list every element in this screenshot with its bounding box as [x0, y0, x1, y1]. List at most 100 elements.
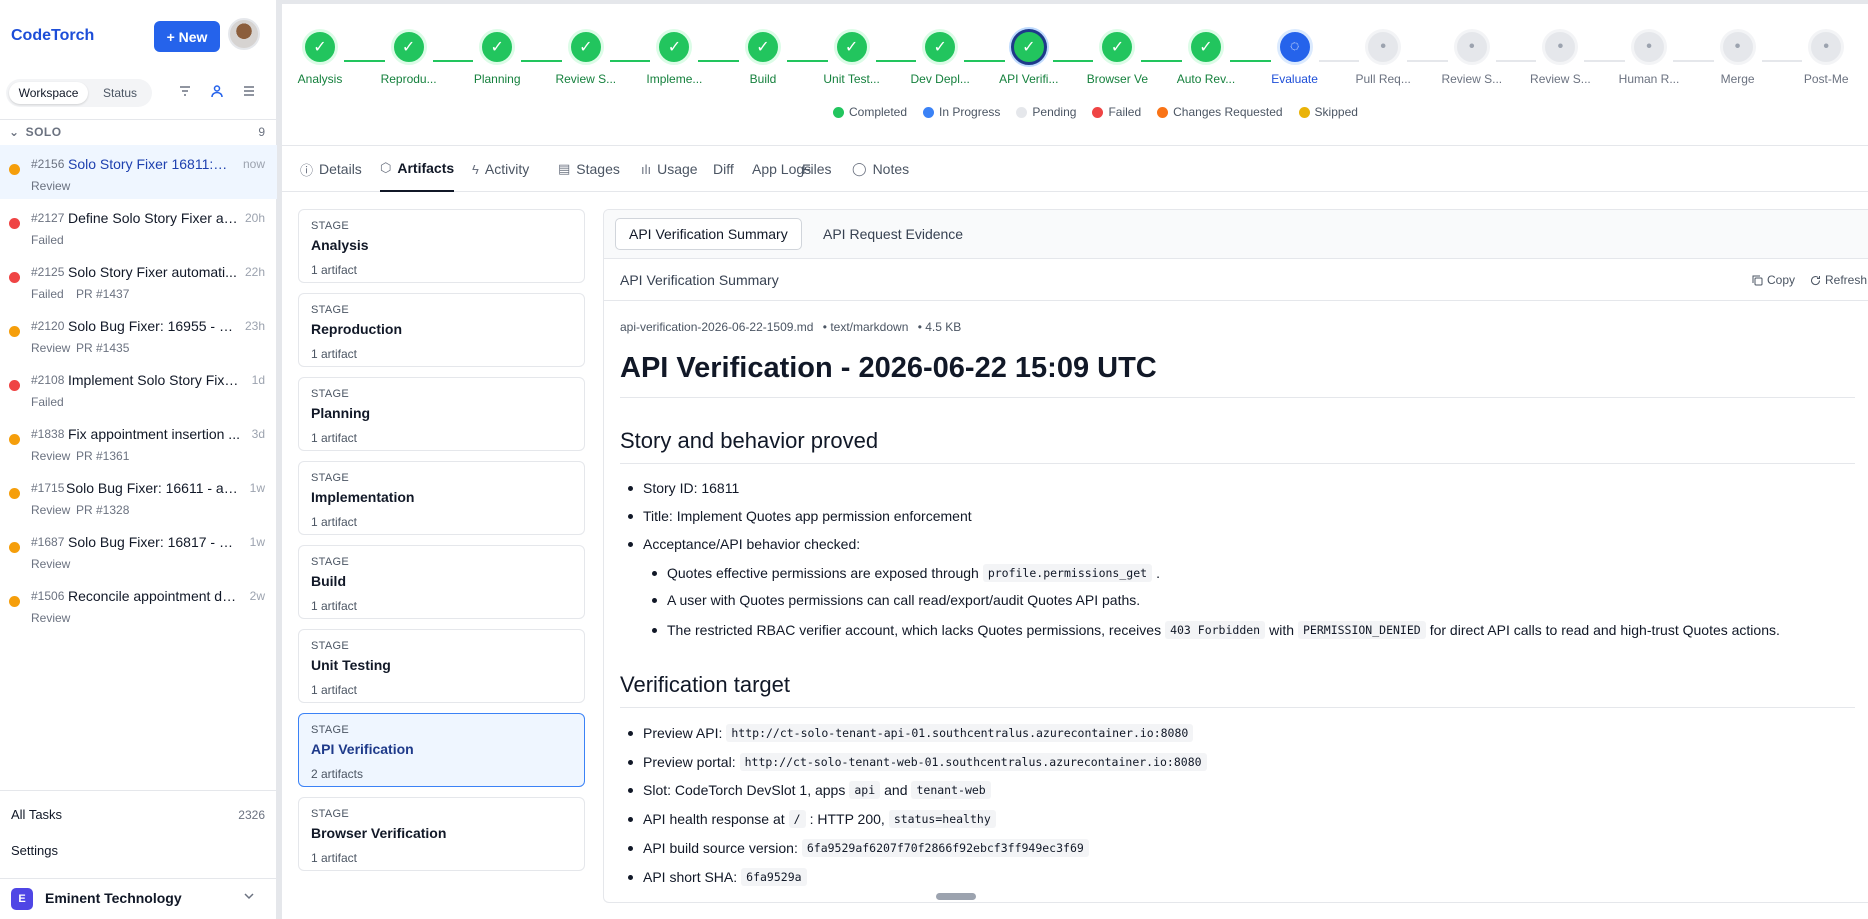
inline-code: 6fa9529a — [741, 868, 807, 886]
comment-icon: ◯ — [852, 161, 867, 176]
task-item[interactable]: #2127 Define Solo Story Fixer au... 20h Fai… — [0, 199, 277, 253]
task-item[interactable]: #1687 Solo Bug Fixer: 16817 - Un... 1w Revi… — [0, 523, 277, 577]
artifact-panel: API Verification Summary API Request Evi… — [603, 209, 1868, 903]
pipeline-stage[interactable]: • Review S... — [1510, 29, 1610, 86]
pr-link[interactable]: PR #1328 — [76, 503, 129, 517]
list-text: Acceptance/API behavior checked: — [643, 536, 861, 552]
tab-stages[interactable]: ▤ Stages — [558, 146, 620, 192]
pipeline-stage[interactable]: ✓ Unit Test... — [802, 29, 902, 86]
stage-kicker: STAGE — [311, 808, 349, 820]
copy-button[interactable]: Copy — [1752, 273, 1795, 287]
workspace-toggle[interactable]: Workspace — [9, 82, 88, 104]
task-number: #1715 — [31, 481, 65, 495]
tab-diff[interactable]: Diff — [713, 146, 734, 192]
stage-card[interactable]: STAGE Unit Testing 1 artifact — [298, 629, 585, 703]
pipeline-stage[interactable]: ✓ Impleme... — [624, 29, 724, 86]
tab-usage[interactable]: ılı Usage — [641, 146, 698, 192]
inline-code: http://ct-solo-tenant-api-01.southcentra… — [726, 724, 1194, 742]
task-item[interactable]: #1715 Solo Bug Fixer: 16611 - ap... 1w Revi… — [0, 469, 277, 523]
settings-link[interactable]: Settings — [11, 843, 58, 858]
pending-icon: • — [1542, 29, 1579, 65]
list-item: API health response at /: HTTP 200, status… — [628, 810, 1000, 828]
refresh-button[interactable]: Refresh — [1810, 273, 1867, 287]
artifact-count: 1 artifact — [311, 683, 358, 697]
task-status: Review — [31, 611, 71, 625]
pipeline-stage[interactable]: • Pull Req... — [1333, 29, 1433, 86]
stage-label: Unit Test... — [823, 72, 880, 86]
tab-activity[interactable]: ϟ Activity — [472, 146, 529, 192]
tab-files[interactable]: Files — [802, 146, 832, 192]
stage-name: API Verification — [311, 741, 414, 757]
task-item[interactable]: #1506 Reconcile appointment du... 2w Review — [0, 577, 277, 631]
pipeline-stage[interactable]: ✓ Auto Rev... — [1156, 29, 1256, 86]
horizontal-scrollbar[interactable] — [936, 893, 976, 900]
pr-link[interactable]: PR #1435 — [76, 341, 129, 355]
inline-code: 6fa9529af6207f70f2866f92ebcf3ff949ec3f69 — [801, 839, 1089, 857]
list-text: and — [884, 782, 908, 798]
user-filter-icon[interactable] — [206, 80, 228, 102]
chevron-down-icon: ⌄ — [9, 125, 20, 139]
stage-label: Post-Me — [1803, 72, 1849, 86]
pipeline-stage[interactable]: ✓ Analysis — [270, 29, 370, 86]
pipeline-stage[interactable]: • Human R... — [1599, 29, 1699, 86]
pending-icon: • — [1453, 29, 1490, 65]
pipeline-stage[interactable]: • Post-Me — [1776, 29, 1868, 86]
legend-dot — [1157, 106, 1169, 118]
tab-label: Stages — [576, 161, 620, 177]
task-item[interactable]: #2156 Solo Story Fixer 16811: I... now Revi… — [0, 145, 277, 199]
chevron-down-icon — [243, 889, 255, 905]
status-dot — [9, 488, 20, 499]
task-item[interactable]: #2120 Solo Bug Fixer: 16955 - N... 23h Revi… — [0, 307, 277, 361]
legend-item: Skipped — [1298, 105, 1358, 119]
pipeline-stage[interactable]: • Review S... — [1422, 29, 1522, 86]
tab-details[interactable]: ⓘ Details — [300, 146, 362, 192]
task-item[interactable]: #2125 Solo Story Fixer automati... 22h Fail… — [0, 253, 277, 307]
pipeline-stage[interactable]: ✓ API Verifi... — [979, 29, 1079, 86]
new-task-button[interactable]: + New — [154, 21, 220, 52]
pipeline-stage[interactable]: ✓ Browser Ve — [1067, 29, 1167, 86]
pipeline-stage[interactable]: • Merge — [1688, 29, 1788, 86]
check-icon: ✓ — [479, 29, 516, 65]
artifact-tab-evidence[interactable]: API Request Evidence — [810, 218, 976, 250]
refresh-icon — [1811, 275, 1821, 285]
list-item: Preview portal: http://ct-solo-tenant-web… — [628, 753, 1211, 771]
section-header-solo[interactable]: ⌄ SOLO 9 — [0, 119, 277, 141]
tab-artifacts[interactable]: ⬡ Artifacts — [380, 146, 455, 192]
stage-card[interactable]: STAGE Build 1 artifact — [298, 545, 585, 619]
all-tasks-link[interactable]: All Tasks — [11, 807, 62, 822]
list-text: : HTTP 200, — [809, 811, 885, 827]
task-status: Failed — [31, 233, 64, 247]
stage-card[interactable]: STAGE Reproduction 1 artifact — [298, 293, 585, 367]
stage-card[interactable]: STAGE Implementation 1 artifact — [298, 461, 585, 535]
pr-link[interactable]: PR #1437 — [76, 287, 129, 301]
task-item[interactable]: #2108 Implement Solo Story Fixe... 1d Faile… — [0, 361, 277, 415]
app-logo[interactable]: CodeTorch — [11, 27, 94, 45]
tab-notes[interactable]: ◯ Notes — [852, 146, 909, 192]
stage-card[interactable]: STAGE Browser Verification 1 artifact — [298, 797, 585, 871]
pipeline-stage[interactable]: ✓ Reprodu... — [359, 29, 459, 86]
list-item: Story ID: 16811 — [628, 480, 739, 496]
pipeline-stage[interactable]: ✓ Build — [713, 29, 813, 86]
artifact-tab-summary[interactable]: API Verification Summary — [615, 218, 802, 250]
menu-icon[interactable] — [238, 80, 260, 102]
pipeline-stage[interactable]: ✓ Review S... — [536, 29, 636, 86]
stage-card[interactable]: STAGE Analysis 1 artifact — [298, 209, 585, 283]
pr-link[interactable]: PR #1361 — [76, 449, 129, 463]
check-icon: ✓ — [1099, 29, 1136, 65]
org-switcher[interactable]: E Eminent Technology — [0, 878, 277, 915]
list-item: Acceptance/API behavior checked: — [628, 536, 860, 552]
pipeline-stage[interactable]: ◌ Evaluate — [1245, 29, 1345, 86]
stage-label: Review S... — [555, 72, 617, 86]
stage-card[interactable]: STAGE API Verification 2 artifacts — [298, 713, 585, 787]
status-toggle[interactable]: Status — [92, 82, 148, 104]
avatar[interactable] — [228, 18, 260, 50]
task-item[interactable]: #1838 Fix appointment insertion ... 3d Revi… — [0, 415, 277, 469]
task-title: Solo Story Fixer automati... — [68, 264, 237, 280]
task-time: 20h — [244, 211, 265, 225]
pipeline-stage[interactable]: ✓ Planning — [447, 29, 547, 86]
pipeline-stage[interactable]: ✓ Dev Depl... — [890, 29, 990, 86]
stage-label: Review S... — [1530, 72, 1591, 86]
sort-icon[interactable] — [174, 80, 196, 102]
stage-label: Planning — [473, 72, 521, 86]
stage-card[interactable]: STAGE Planning 1 artifact — [298, 377, 585, 451]
